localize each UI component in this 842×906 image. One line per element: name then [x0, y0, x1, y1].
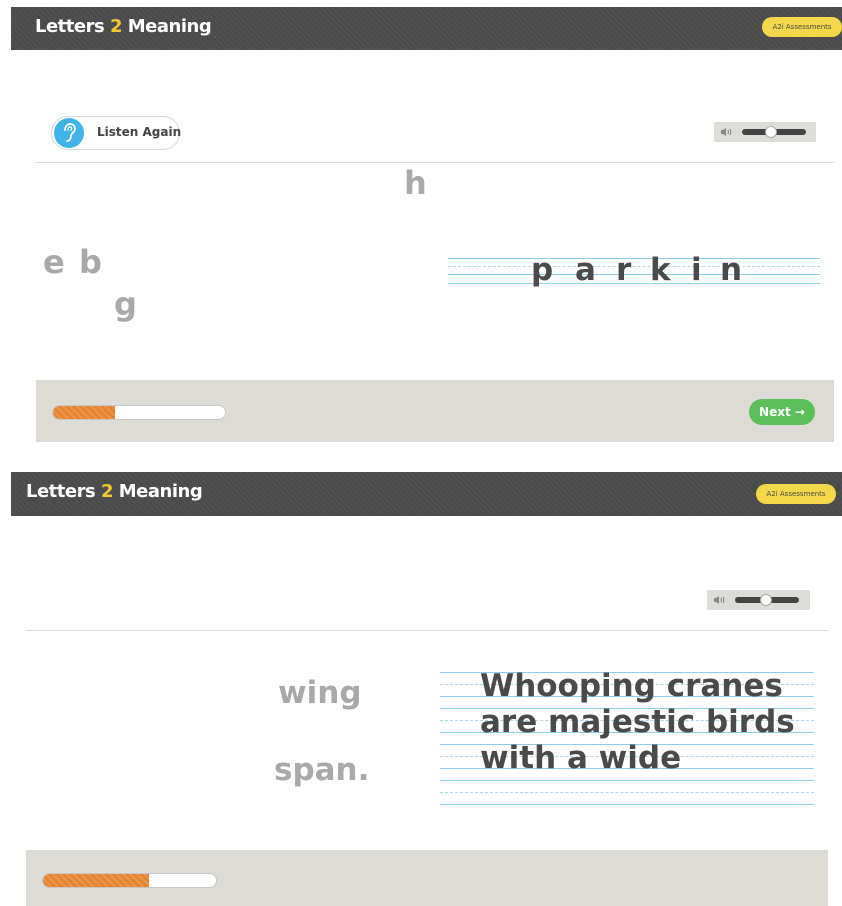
answer-line: with a wide — [480, 740, 682, 776]
listen-again-label: Listen Again — [97, 125, 182, 139]
answer-letter: i — [691, 252, 702, 288]
volume-control[interactable] — [707, 590, 810, 610]
footer-bar — [26, 850, 828, 906]
assessments-badge[interactable]: A2i Assessments — [756, 484, 836, 504]
volume-slider-knob[interactable] — [765, 126, 777, 138]
answer-letter: p — [531, 252, 554, 288]
divider — [26, 630, 828, 631]
app-logo[interactable]: Letters 2 Meaning — [26, 481, 203, 502]
volume-control[interactable] — [714, 122, 816, 142]
answer-letter: k — [650, 252, 671, 288]
top-bar: Letters 2 Meaning A2i Assessments — [11, 472, 842, 516]
progress-bar — [52, 405, 226, 420]
screen-1: Letters 2 Meaning A2i Assessments Listen… — [0, 0, 842, 448]
draggable-letter[interactable]: h — [404, 164, 427, 202]
answer-letter: r — [616, 252, 632, 288]
answer-line: are majestic birds — [480, 704, 795, 740]
draggable-word[interactable]: span. — [274, 752, 369, 788]
logo-text-3: Meaning — [121, 16, 212, 37]
answer-word: parkin — [531, 252, 750, 288]
next-button[interactable]: Next → — [749, 399, 815, 425]
logo-text-1: Letters — [35, 16, 110, 37]
answer-letter: n — [720, 252, 743, 288]
top-bar: Letters 2 Meaning A2i Assessments — [11, 7, 842, 50]
answer-line: Whooping cranes — [480, 668, 783, 704]
divider — [35, 162, 835, 163]
logo-text-1: Letters — [26, 481, 101, 502]
listen-again-button[interactable]: Listen Again — [51, 116, 182, 150]
draggable-letter[interactable]: b — [79, 243, 102, 281]
app-logo[interactable]: Letters 2 Meaning — [35, 16, 212, 37]
screen-2: Letters 2 Meaning A2i Assessments wing s… — [0, 472, 842, 906]
progress-fill — [43, 874, 149, 887]
answer-letter: a — [575, 252, 596, 288]
footer-bar: Next → — [36, 380, 834, 442]
assessments-badge[interactable]: A2i Assessments — [762, 17, 842, 37]
answer-sentence: Whooping cranes are majestic birds with … — [480, 668, 795, 776]
logo-text-2: 2 — [100, 481, 114, 502]
progress-fill — [53, 406, 115, 419]
logo-text-3: Meaning — [112, 481, 203, 502]
draggable-letter[interactable]: g — [114, 285, 137, 323]
logo-text-2: 2 — [109, 16, 123, 37]
draggable-word[interactable]: wing — [278, 675, 362, 711]
speaker-icon — [714, 596, 725, 604]
progress-bar — [42, 873, 217, 888]
draggable-letter[interactable]: e — [43, 243, 65, 281]
speaker-icon — [721, 128, 732, 136]
volume-slider-knob[interactable] — [760, 594, 772, 606]
ear-icon — [54, 118, 84, 148]
